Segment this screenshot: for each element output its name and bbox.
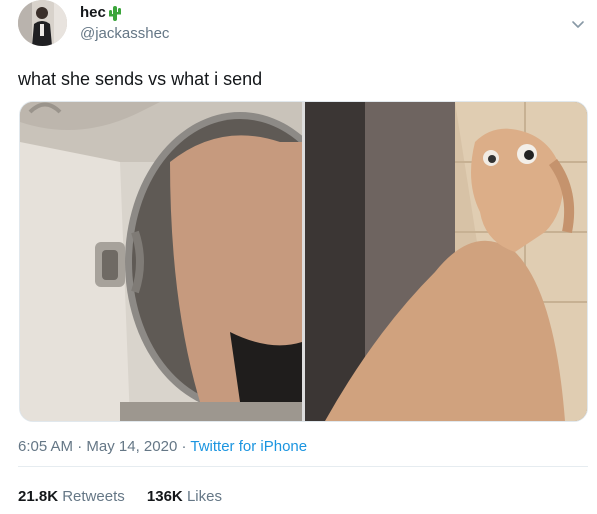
tweet-stats: 21.8K Retweets 136K Likes <box>18 488 240 505</box>
tweet-text: what she sends vs what i send <box>18 69 263 89</box>
tweet-meta: 6:05 AM · May 14, 2020 · Twitter for iPh… <box>18 438 307 455</box>
mirror-photo[interactable] <box>20 102 302 421</box>
user-handle[interactable]: @jackasshec <box>80 25 169 42</box>
avatar[interactable] <box>18 0 67 46</box>
tweet-menu-button[interactable] <box>570 16 586 32</box>
divider <box>18 466 588 467</box>
likes-stat[interactable]: 136K Likes <box>147 488 222 505</box>
tweet-media[interactable] <box>19 101 588 422</box>
retweets-label: Retweets <box>62 488 125 505</box>
likes-label: Likes <box>186 488 222 505</box>
retweets-stat[interactable]: 21.8K Retweets <box>18 488 125 505</box>
display-name[interactable]: hec <box>80 4 122 21</box>
clay-figure-photo[interactable] <box>305 102 587 421</box>
tweet-card: hec @jackasshec what she sends vs what i… <box>0 0 597 514</box>
chevron-down-icon <box>572 21 584 28</box>
avatar-photo <box>18 0 67 46</box>
tweet-timestamp[interactable]: 6:05 AM · May 14, 2020 <box>18 438 181 455</box>
tweet-time: 6:05 AM <box>18 438 74 455</box>
likes-count: 136K <box>146 488 183 505</box>
meta-separator: · <box>73 438 87 455</box>
cactus-emoji-icon <box>108 5 121 21</box>
tweet-date: May 14, 2020 <box>86 438 178 455</box>
retweets-count: 21.8K <box>18 488 59 505</box>
display-name-text: hec <box>80 4 106 21</box>
tweet-source-link[interactable]: Twitter for iPhone <box>190 438 307 455</box>
